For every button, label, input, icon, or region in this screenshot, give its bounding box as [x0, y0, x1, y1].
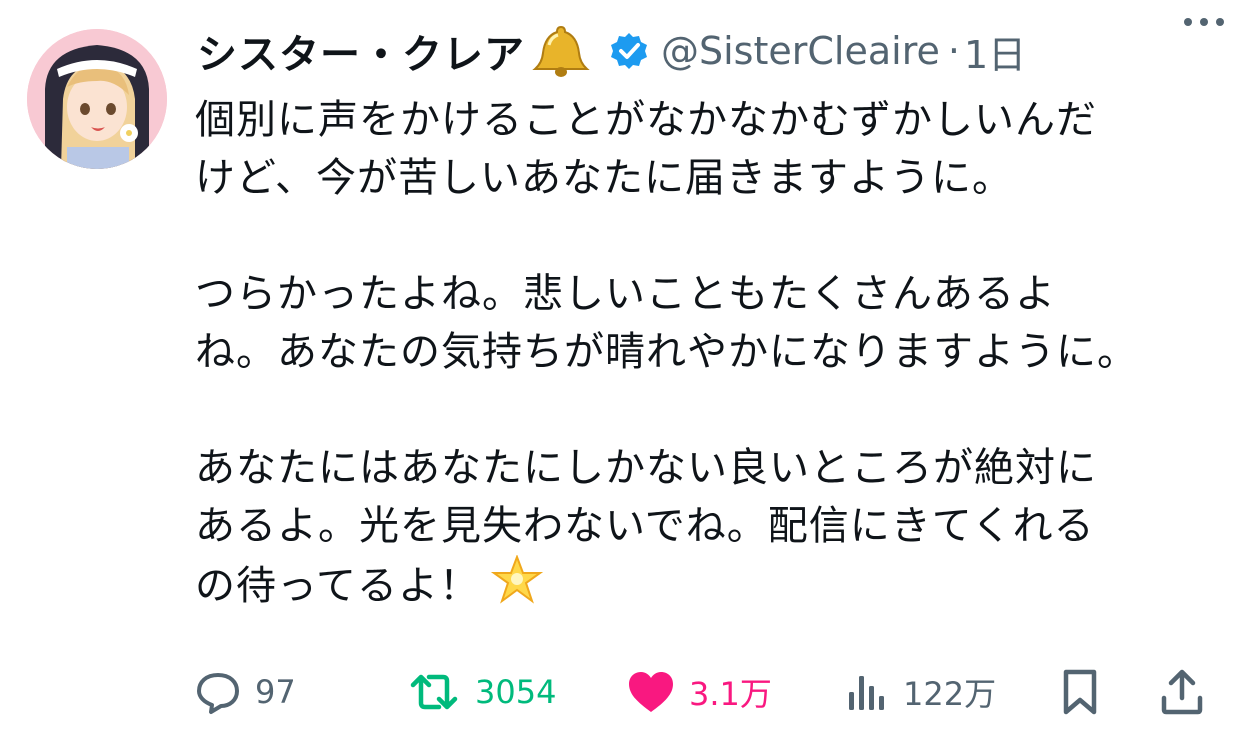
tweet-line-text: の待ってるよ！ — [195, 563, 480, 609]
bar-chart-icon — [849, 676, 884, 710]
reply-count: 97 — [255, 673, 296, 711]
tweet-line: 個別に声をかけることがなかなかむずかしいんだ — [195, 97, 1097, 143]
author-handle[interactable]: @SisterCleaire — [661, 29, 940, 73]
tweet-timestamp[interactable]: 1日 — [964, 24, 1026, 79]
tweet-line: けど、今が苦しいあなたに届きますように。 — [195, 155, 1013, 201]
share-icon — [1161, 669, 1203, 715]
tweet-line-last: の待ってるよ！ — [195, 554, 1225, 621]
tweet-paragraph: あなたにはあなたにしかない良いところが絶対に あるよ。光を見失わないでね。配信に… — [195, 439, 1225, 621]
retweet-icon — [410, 674, 458, 710]
views-button[interactable]: 122万 — [845, 660, 996, 724]
retweet-count: 3054 — [475, 673, 557, 711]
tweet-paragraph: 個別に声をかけることがなかなかむずかしいんだ けど、今が苦しいあなたに届きますよ… — [195, 91, 1225, 207]
glowing-star-icon — [490, 554, 544, 621]
view-count: 122万 — [903, 675, 997, 713]
action-bar: 97 3054 3.1万 122万 — [195, 660, 1225, 724]
tweet-header: シスター・クレア @SisterCleaire · 1日 — [197, 22, 1227, 80]
bookmark-icon — [1063, 669, 1097, 715]
tweet-line: つらかったよね。悲しいこともたくさんあるよ — [195, 271, 1056, 317]
share-button[interactable] — [1160, 660, 1204, 724]
verified-badge-icon[interactable] — [609, 31, 649, 71]
speech-bubble-icon — [197, 673, 239, 714]
like-count: 3.1万 — [689, 675, 772, 713]
tweet-paragraph: つらかったよね。悲しいこともたくさんあるよ ね。あなたの気持ちが晴れやかになりま… — [195, 265, 1225, 381]
like-button[interactable]: 3.1万 — [627, 660, 772, 724]
heart-icon — [629, 672, 673, 712]
avatar[interactable] — [27, 29, 167, 169]
bookmark-button[interactable] — [1060, 660, 1100, 724]
tweet-text: 個別に声をかけることがなかなかむずかしいんだ けど、今が苦しいあなたに届きますよ… — [195, 91, 1225, 621]
tweet-line: あるよ。光を見失わないでね。配信にきてくれる — [195, 503, 1095, 549]
reply-button[interactable]: 97 — [195, 660, 296, 724]
avatar-image — [27, 29, 167, 169]
tweet-line: ね。あなたの気持ちが晴れやかになりますように。 — [195, 329, 1138, 375]
tweet-line: あなたにはあなたにしかない良いところが絶対に — [195, 445, 1097, 491]
separator-dot: · — [947, 29, 960, 73]
retweet-button[interactable]: 3054 — [407, 660, 556, 724]
more-icon[interactable] — [1184, 18, 1224, 26]
bell-icon — [531, 23, 591, 79]
author-name[interactable]: シスター・クレア — [197, 22, 525, 80]
